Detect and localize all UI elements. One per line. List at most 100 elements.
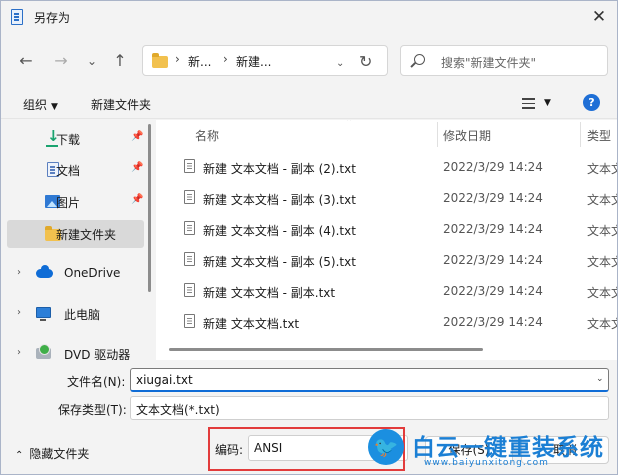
search-box[interactable]: 搜索"新建文件夹" [400, 45, 608, 76]
column-header-type[interactable]: 类型 [587, 120, 611, 148]
refresh-icon[interactable]: ↻ [359, 52, 372, 71]
sidebar-item-pictures[interactable]: 图片 📌 [7, 188, 144, 216]
file-date: 2022/3/29 14:24 [443, 160, 543, 174]
new-folder-button[interactable]: 新建文件夹 [91, 96, 151, 113]
sidebar-item-label: 图片 [56, 196, 81, 210]
column-divider[interactable] [437, 122, 438, 147]
text-file-icon [184, 314, 195, 328]
file-row[interactable]: 新建 文本文档 - 副本 (4).txt 2022/3/29 14:24 文本文 [156, 214, 617, 244]
dvd-icon [36, 344, 51, 359]
forward-arrow-icon[interactable]: → [48, 49, 74, 73]
file-name: 新建 文本文档 - 副本 (2).txt [203, 162, 356, 176]
breadcrumb-item[interactable]: 新... [188, 53, 211, 70]
watermark: 🐦 白云一键重装系统 www.baiyunxitong.com [368, 426, 617, 474]
command-bar: 组织 ▼ 新建文件夹 ▼ ? [1, 89, 617, 119]
sidebar-item-downloads[interactable]: 下载 📌 [7, 125, 144, 153]
cloud-icon [36, 265, 53, 278]
caret-down-icon[interactable]: ▼ [544, 98, 551, 108]
watermark-text: 白云一键重装系统 [412, 435, 604, 461]
sidebar-item-label: 此电脑 [64, 308, 101, 322]
expand-chevron-icon[interactable]: › [17, 267, 21, 278]
save-as-dialog: 另存为 ✕ ← → ⌄ ↑ › 新... › 新建... ⌄ ↻ 搜索"新建文件… [0, 0, 618, 475]
file-type: 文本文 [587, 255, 617, 269]
close-button[interactable]: ✕ [581, 3, 617, 31]
file-date: 2022/3/29 14:24 [443, 315, 543, 329]
sidebar-item-dvd-drive[interactable]: › DVD 驱动器 (D:) [7, 340, 144, 360]
file-name: 新建 文本文档 - 副本 (3).txt [203, 193, 356, 207]
file-name: 新建 文本文档.txt [203, 317, 300, 331]
search-placeholder: 搜索"新建文件夹" [441, 56, 537, 70]
file-row[interactable]: 新建 文本文档.txt 2022/3/29 14:24 文本文 [156, 307, 617, 337]
organize-label: 组织 [23, 98, 48, 112]
column-header-label: 名称 [195, 129, 220, 143]
text-file-icon [184, 283, 195, 297]
file-type: 文本文 [587, 286, 617, 300]
sidebar-item-label: 新建文件夹 [56, 228, 117, 242]
filename-label: 文件名(N): [67, 375, 126, 389]
file-date: 2022/3/29 14:24 [443, 222, 543, 236]
sidebar-item-onedrive[interactable]: › OneDrive [7, 260, 144, 288]
savetype-label: 保存类型(T): [58, 403, 127, 417]
text-file-icon [184, 159, 195, 173]
file-date: 2022/3/29 14:24 [443, 253, 543, 267]
address-bar[interactable]: › 新... › 新建... ⌄ ↻ [142, 45, 388, 76]
pin-icon[interactable]: 📌 [131, 131, 143, 142]
breadcrumb-item[interactable]: 新建... [236, 53, 271, 70]
pin-icon[interactable]: 📌 [131, 194, 143, 205]
sidebar-item-label: 下载 [56, 133, 81, 147]
savetype-select[interactable]: 文本文档(*.txt) ⌄ [130, 396, 609, 420]
twitter-bird-logo-icon: 🐦 [368, 429, 404, 465]
file-name: 新建 文本文档 - 副本 (5).txt [203, 255, 356, 269]
search-icon [414, 54, 425, 65]
file-row[interactable]: 新建 文本文档 - 副本 (2).txt 2022/3/29 14:24 文本文 [156, 152, 617, 182]
file-type: 文本文 [587, 317, 617, 331]
organize-button[interactable]: 组织 ▼ [23, 96, 58, 113]
sidebar-item-documents[interactable]: 文档 📌 [7, 156, 144, 184]
file-row[interactable]: 新建 文本文档 - 副本 (5).txt 2022/3/29 14:24 文本文 [156, 245, 617, 275]
sidebar-item-this-pc[interactable]: › 此电脑 [7, 300, 144, 328]
sidebar-item-label: DVD 驱动器 (D:) [64, 348, 131, 360]
window-title: 另存为 [34, 11, 71, 25]
column-header-name[interactable]: 名称 ⌃ [195, 120, 353, 148]
file-name: 新建 文本文档 - 副本 (4).txt [203, 224, 356, 238]
notepad-icon [11, 9, 23, 25]
file-type: 文本文 [587, 162, 617, 176]
filename-input[interactable] [130, 368, 609, 392]
expand-chevron-icon[interactable]: › [17, 307, 21, 318]
recent-locations-chevron-icon[interactable]: ⌄ [79, 49, 105, 73]
column-divider[interactable] [580, 122, 581, 147]
back-arrow-icon[interactable]: ← [13, 49, 39, 73]
sidebar-item-label: OneDrive [64, 266, 121, 280]
sidebar-item-label: 文档 [56, 164, 81, 178]
watermark-url: www.baiyunxitong.com [424, 458, 549, 468]
hide-folders-label: 隐藏文件夹 [29, 447, 90, 461]
sidebar-item-new-folder[interactable]: 新建文件夹 [7, 220, 144, 248]
collapse-chevron-icon: ⌃ [15, 450, 24, 461]
file-row[interactable]: 新建 文本文档 - 副本.txt 2022/3/29 14:24 文本文 [156, 276, 617, 306]
pin-icon[interactable]: 📌 [131, 162, 143, 173]
file-list: 名称 ⌃ 修改日期 类型 新建 文本文档 - 副本 (2).txt 2022/3/… [156, 120, 617, 360]
help-icon[interactable]: ? [583, 94, 600, 111]
horizontal-scrollbar[interactable] [169, 348, 483, 351]
file-row[interactable]: 新建 文本文档 - 副本 (3).txt 2022/3/29 14:24 文本文 [156, 183, 617, 213]
column-header-date[interactable]: 修改日期 [443, 120, 491, 148]
file-type: 文本文 [587, 193, 617, 207]
text-file-icon [184, 190, 195, 204]
sort-ascending-icon: ⌃ [345, 120, 354, 128]
file-name: 新建 文本文档 - 副本.txt [203, 286, 336, 300]
up-arrow-icon[interactable]: ↑ [107, 49, 133, 73]
address-dropdown-chevron-icon[interactable]: ⌄ [336, 58, 344, 69]
file-type: 文本文 [587, 224, 617, 238]
sidebar-scrollbar[interactable] [148, 124, 151, 292]
chevron-down-icon: ⌄ [136, 401, 144, 411]
text-file-icon [184, 252, 195, 266]
navigation-bar: ← → ⌄ ↑ › 新... › 新建... ⌄ ↻ 搜索"新建文件夹" [1, 39, 617, 83]
expand-chevron-icon[interactable]: › [17, 347, 21, 358]
text-file-icon [184, 221, 195, 235]
file-date: 2022/3/29 14:24 [443, 284, 543, 298]
title-bar: 另存为 ✕ [1, 1, 617, 33]
file-date: 2022/3/29 14:24 [443, 191, 543, 205]
view-options-icon[interactable] [522, 98, 535, 109]
hide-folders-toggle[interactable]: ⌃ 隐藏文件夹 [15, 445, 89, 462]
filename-dropdown-chevron-icon[interactable]: ⌄ [596, 374, 604, 384]
